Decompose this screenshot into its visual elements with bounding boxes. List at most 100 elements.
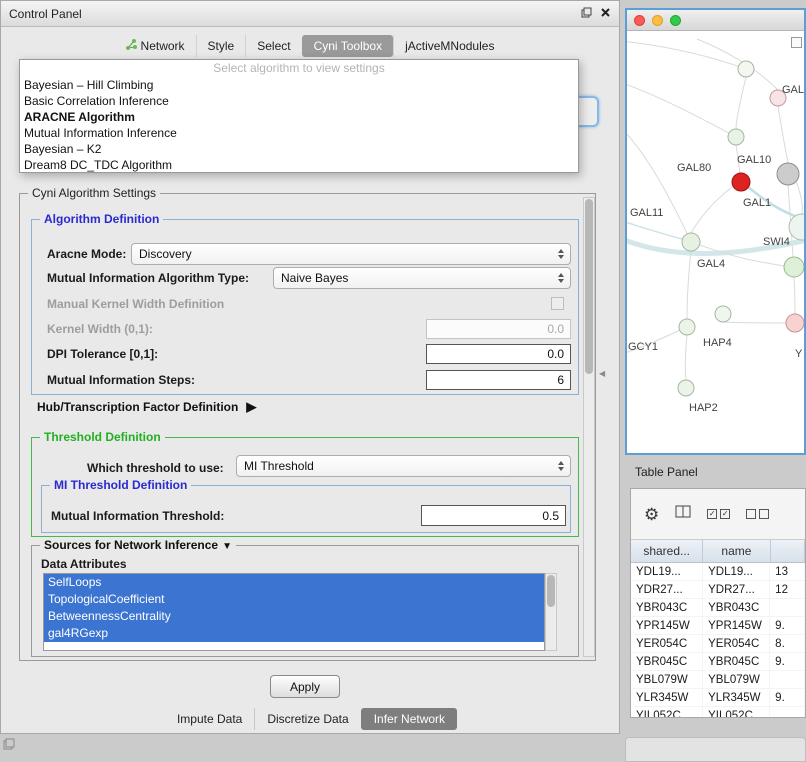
which-threshold-label: Which threshold to use: xyxy=(87,461,224,475)
zoom-button[interactable] xyxy=(670,15,681,26)
data-attributes-label: Data Attributes xyxy=(41,557,127,571)
manual-kernel-label: Manual Kernel Width Definition xyxy=(47,297,224,311)
attribute-item-betweennesscentrality[interactable]: BetweennessCentrality xyxy=(44,608,544,625)
network-edge xyxy=(627,83,736,137)
tab-select[interactable]: Select xyxy=(245,35,301,57)
network-node[interactable] xyxy=(732,173,750,191)
mi-steps-field[interactable]: 6 xyxy=(426,370,571,390)
table-row[interactable]: YDR27...YDR27...12 xyxy=(631,581,805,599)
bottom-tab-discretize-data[interactable]: Discretize Data xyxy=(254,708,360,730)
algorithm-option-bayesian-hill-climbing[interactable]: Bayesian – Hill Climbing xyxy=(20,77,578,93)
control-panel-titlebar[interactable]: Control Panel xyxy=(1,1,619,27)
network-node[interactable] xyxy=(784,257,804,277)
birdseye-toggle-icon[interactable] xyxy=(791,37,802,48)
table-cell: 9. xyxy=(770,689,805,706)
table-row[interactable]: YDL19...YDL19...13 xyxy=(631,563,805,581)
columns-icon[interactable] xyxy=(675,505,691,523)
column-header-name[interactable]: name xyxy=(703,540,770,562)
kernel-width-field[interactable]: 0.0 xyxy=(426,319,571,339)
network-canvas[interactable]: GAL80GAL10GAL11GAL1SWI4GAL4GCY1HAP4HAP2G… xyxy=(627,31,804,455)
attribute-item-selfloops[interactable]: SelfLoops xyxy=(44,574,544,591)
table-row[interactable]: YBR043CYBR043C xyxy=(631,599,805,617)
algorithm-option-aracne-algorithm[interactable]: ARACNE Algorithm xyxy=(20,109,578,125)
attribute-item-gal4rgexp[interactable]: gal4RGexp xyxy=(44,625,544,642)
manual-kernel-checkbox[interactable] xyxy=(551,297,564,310)
table-cell: 8. xyxy=(770,635,805,652)
node-label: GAL4 xyxy=(697,258,725,270)
network-window-titlebar[interactable] xyxy=(627,10,804,31)
network-node[interactable] xyxy=(738,61,754,77)
mi-threshold-label: Mutual Information Threshold: xyxy=(51,509,224,523)
algorithm-option-mutual-information-inference[interactable]: Mutual Information Inference xyxy=(20,125,578,141)
node-label: GAL11 xyxy=(630,207,663,219)
stepper-arrows-icon xyxy=(552,273,570,283)
float-window-icon[interactable] xyxy=(581,5,592,23)
bottom-tab-infer-network[interactable]: Infer Network xyxy=(361,708,457,730)
algorithm-definition-title: Algorithm Definition xyxy=(40,212,163,226)
aracne-mode-label: Aracne Mode: xyxy=(47,247,126,261)
table-row[interactable]: YER054CYER054C8. xyxy=(631,635,805,653)
bottom-tabs: Impute DataDiscretize DataInfer Network xyxy=(1,708,621,730)
table-body: YDL19...YDL19...13YDR27...YDR27...12YBR0… xyxy=(631,563,805,718)
minimize-button[interactable] xyxy=(652,15,663,26)
attribute-item-topologicalcoefficient[interactable]: TopologicalCoefficient xyxy=(44,591,544,608)
table-row[interactable]: YLR345WYLR345W9. xyxy=(631,689,805,707)
which-threshold-select[interactable]: MI Threshold xyxy=(236,455,571,477)
attributes-scrollbar[interactable] xyxy=(545,573,557,651)
chevron-right-icon: ▶ xyxy=(246,399,256,415)
aracne-mode-select[interactable]: Discovery xyxy=(131,243,571,265)
mi-type-label: Mutual Information Algorithm Type: xyxy=(47,271,249,285)
settings-scrollbar-thumb[interactable] xyxy=(585,199,593,374)
dropdown-placeholder: Select algorithm to view settings xyxy=(20,60,578,77)
select-all-rows-icon[interactable]: ✓✓ xyxy=(707,509,730,519)
table-cell: 13 xyxy=(770,563,805,580)
gear-icon[interactable]: ⚙ xyxy=(644,506,659,523)
mi-type-select[interactable]: Naive Bayes xyxy=(273,267,571,289)
network-edge xyxy=(736,77,746,129)
close-button[interactable] xyxy=(634,15,645,26)
column-header-shared-[interactable]: shared... xyxy=(631,540,703,562)
restore-panel-icon[interactable] xyxy=(3,737,15,755)
apply-button[interactable]: Apply xyxy=(270,675,340,698)
table-row[interactable]: YIL052CYIL052C xyxy=(631,707,805,718)
dpi-tolerance-field[interactable]: 0.0 xyxy=(426,344,571,364)
algorithm-option-bayesian-k2[interactable]: Bayesian – K2 xyxy=(20,141,578,157)
network-node[interactable] xyxy=(777,163,799,185)
algorithm-option-dream8-dc-tdc-algorithm[interactable]: Dream8 DC_TDC Algorithm xyxy=(20,157,578,173)
column-header-2[interactable] xyxy=(771,540,806,562)
table-cell: YER054C xyxy=(703,635,770,652)
mi-steps-label: Mutual Information Steps: xyxy=(47,373,195,387)
hub-definition-expander[interactable]: Hub/Transcription Factor Definition ▶ xyxy=(37,399,256,415)
mi-threshold-field[interactable]: 0.5 xyxy=(421,505,566,526)
network-edge xyxy=(691,186,733,233)
network-node[interactable] xyxy=(728,129,744,145)
network-node[interactable] xyxy=(678,380,694,396)
tab-jactivemnodules[interactable]: jActiveMNodules xyxy=(393,35,505,57)
node-label: HAP4 xyxy=(703,337,732,349)
network-node[interactable] xyxy=(679,319,695,335)
table-row[interactable]: YBL079WYBL079W xyxy=(631,671,805,689)
table-cell: YER054C xyxy=(631,635,703,652)
table-cell: YBL079W xyxy=(703,671,770,688)
close-icon[interactable] xyxy=(600,5,611,23)
table-cell: YPR145W xyxy=(703,617,770,634)
network-node[interactable] xyxy=(715,306,731,322)
algorithm-option-basic-correlation-inference[interactable]: Basic Correlation Inference xyxy=(20,93,578,109)
tab-network[interactable]: Network xyxy=(115,35,196,57)
attributes-scrollbar-thumb[interactable] xyxy=(547,575,555,607)
table-panel-title: Table Panel xyxy=(635,465,698,479)
split-pane-collapse-icon[interactable]: ◀ xyxy=(599,369,605,378)
tab-cyni-toolbox[interactable]: Cyni Toolbox xyxy=(302,35,393,57)
tab-style[interactable]: Style xyxy=(196,35,246,57)
control-panel-window: Control Panel NetworkStyleSelectCyni Too… xyxy=(0,0,620,734)
table-row[interactable]: YBR045CYBR045C9. xyxy=(631,653,805,671)
deselect-all-rows-icon[interactable] xyxy=(746,509,769,519)
table-row[interactable]: YPR145WYPR145W9. xyxy=(631,617,805,635)
network-view-window[interactable]: GAL80GAL10GAL11GAL1SWI4GAL4GCY1HAP4HAP2G… xyxy=(625,8,806,455)
algorithm-dropdown-list: Select algorithm to view settings Bayesi… xyxy=(19,59,579,173)
bottom-tab-impute-data[interactable]: Impute Data xyxy=(165,708,254,730)
sources-group-title[interactable]: Sources for Network Inference▼ xyxy=(40,538,236,552)
settings-scrollbar[interactable] xyxy=(583,197,595,657)
network-node[interactable] xyxy=(682,233,700,251)
network-node[interactable] xyxy=(786,314,804,332)
